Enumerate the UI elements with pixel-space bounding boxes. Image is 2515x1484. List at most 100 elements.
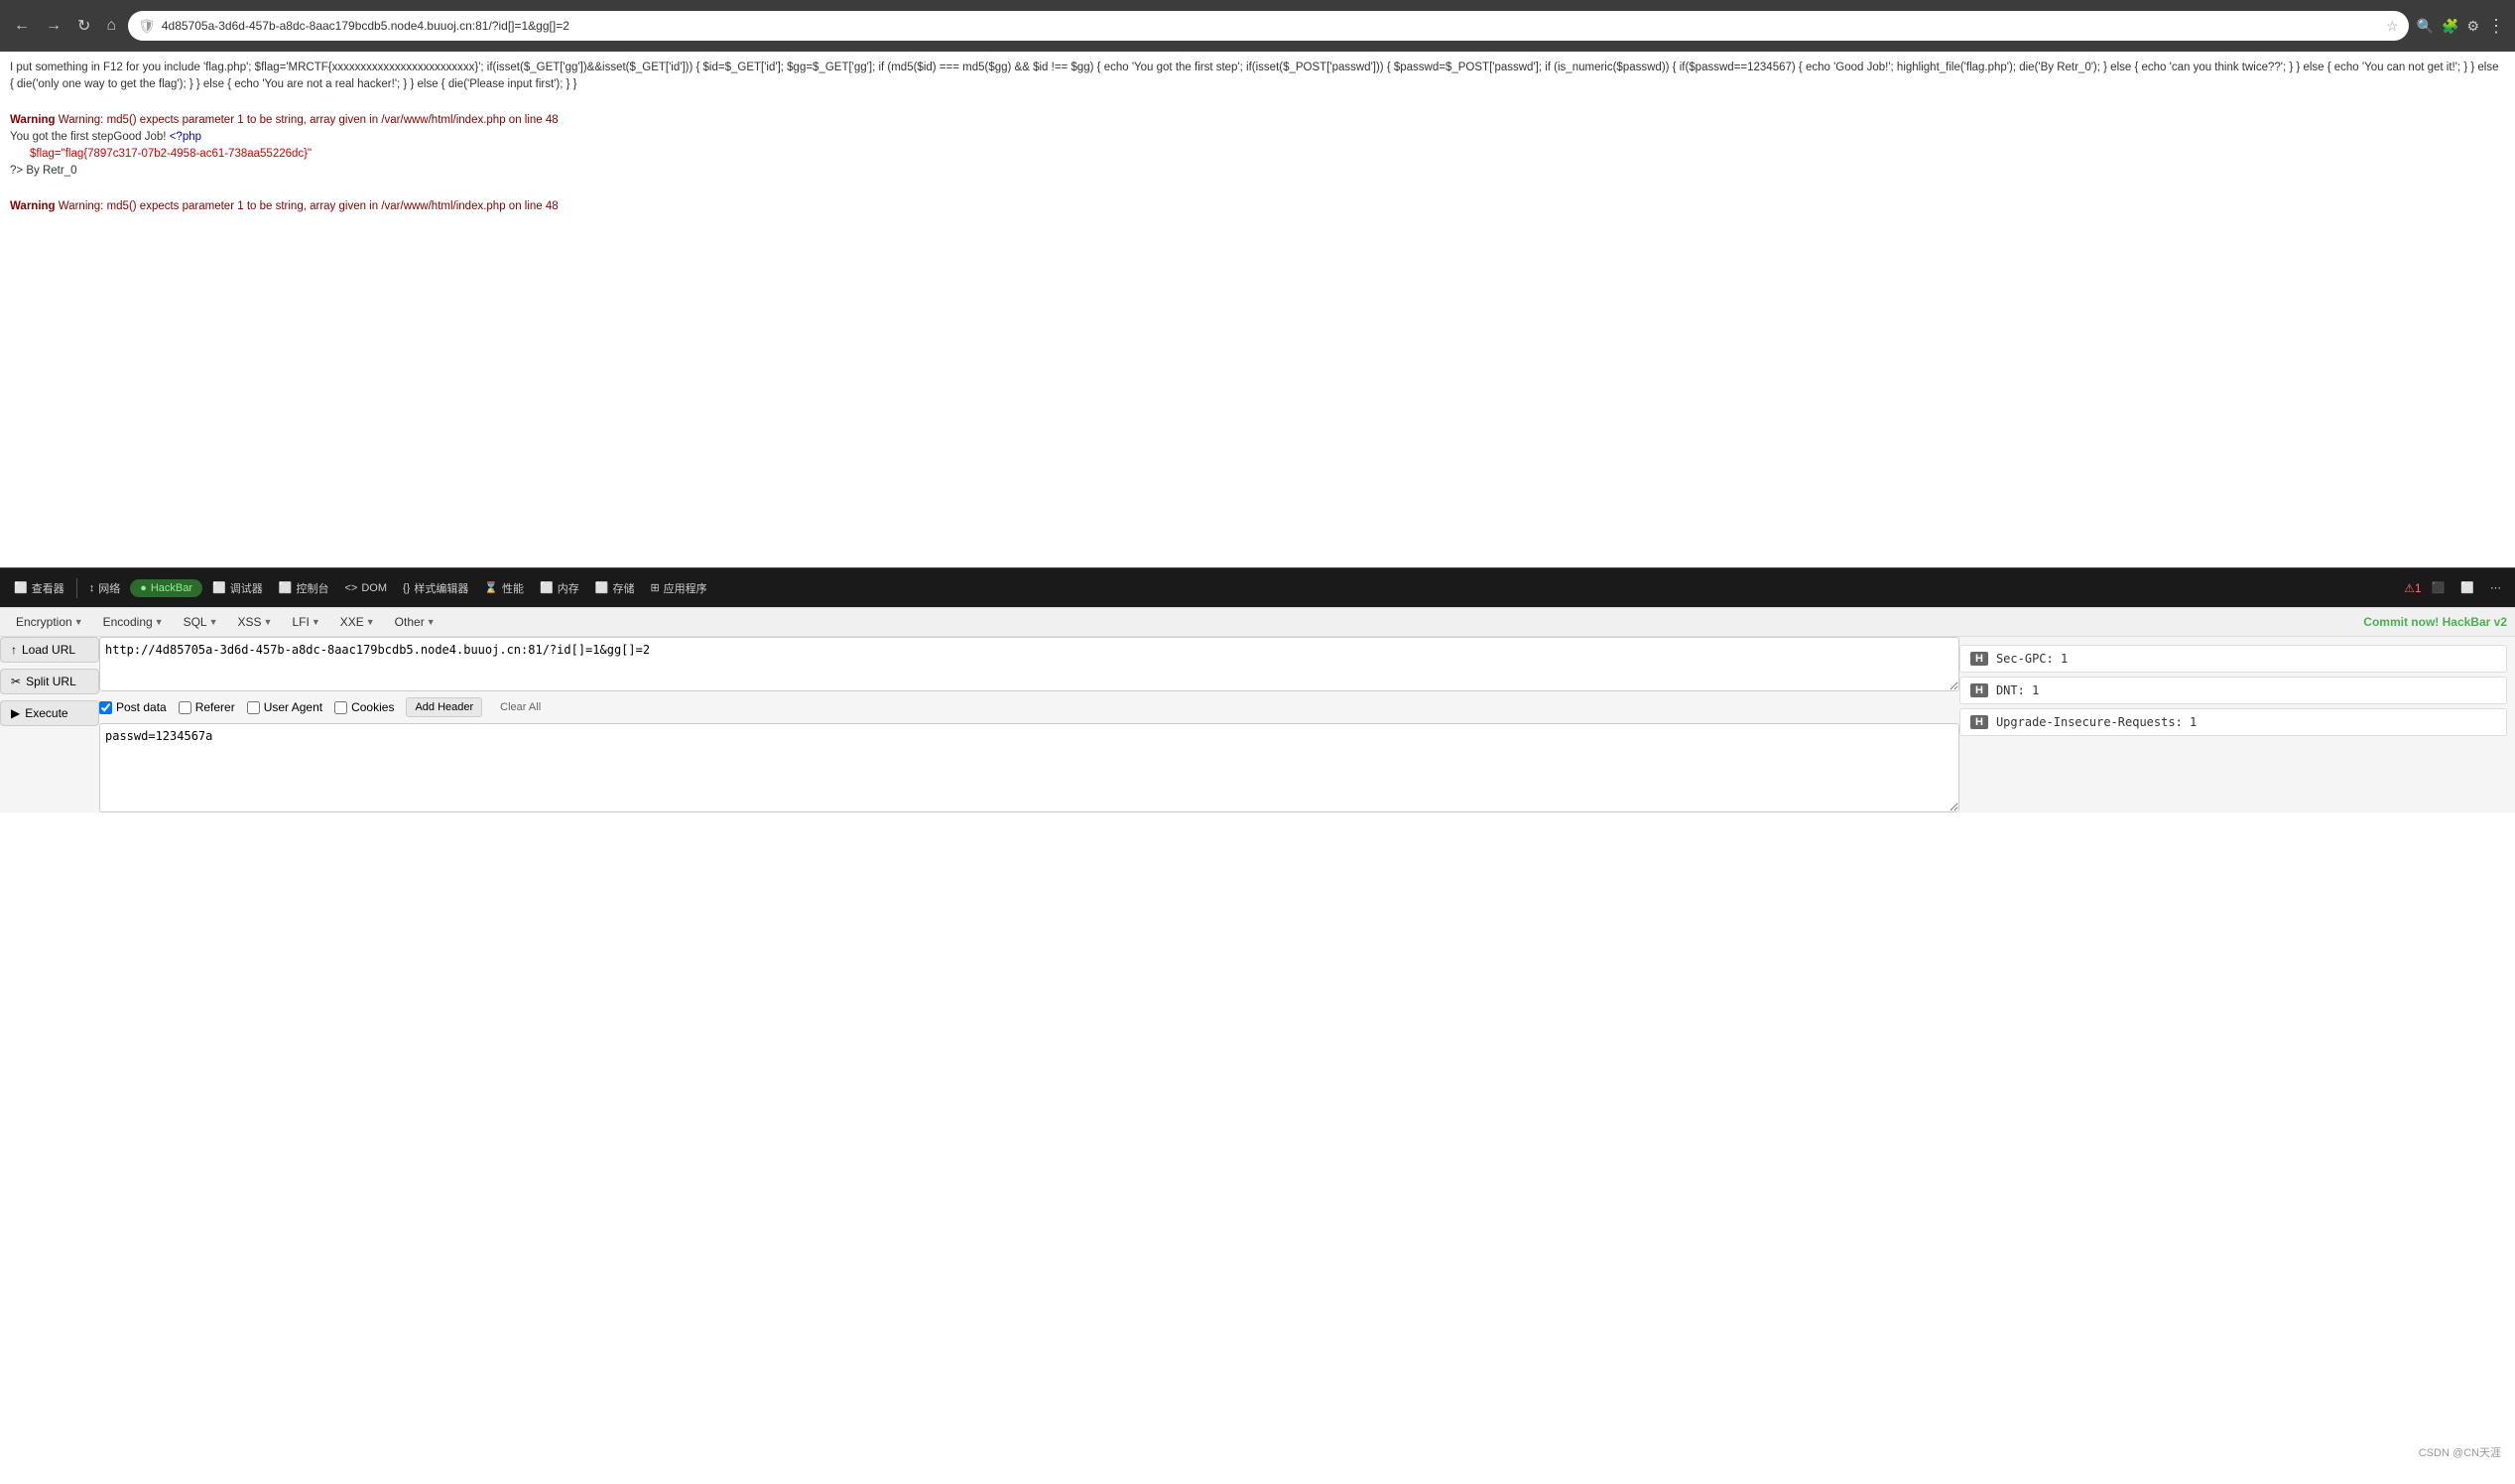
user-agent-checkbox[interactable]: [247, 701, 260, 714]
referer-checkbox-label[interactable]: Referer: [179, 700, 235, 714]
address-bar[interactable]: 🛡 4d85705a-3d6d-457b-a8dc-8aac179bcdb5.n…: [128, 11, 2408, 41]
devtools-memory-btn[interactable]: ⬜ 内存: [534, 576, 585, 600]
bookmark-icon: ☆: [2386, 18, 2399, 35]
home-button[interactable]: [102, 13, 120, 39]
post-data-label: Post data: [116, 700, 167, 714]
encryption-label: Encryption: [16, 615, 72, 629]
csdn-watermark: CSDN @CN天涯: [2415, 1442, 2505, 1462]
back-icon: [14, 17, 30, 34]
watermark-text: CSDN @CN天涯: [2419, 1447, 2501, 1459]
clear-all-button[interactable]: Clear All: [494, 698, 547, 716]
style-label: 样式编辑器: [414, 580, 468, 596]
commit-text: Commit now! HackBar v2: [2363, 615, 2507, 629]
menu-lfi[interactable]: LFI ▼: [284, 612, 327, 632]
devtools-dock-btn[interactable]: ⬛: [2426, 577, 2452, 598]
output-line-1: You got the first stepGood Job! <?php: [10, 129, 2505, 146]
devtools-hackbar-btn[interactable]: ● HackBar: [130, 579, 202, 597]
separator-1: [76, 578, 77, 598]
post-data-input[interactable]: passwd=1234567a: [99, 723, 1959, 812]
url-input[interactable]: http://4d85705a-3d6d-457b-a8dc-8aac179bc…: [99, 637, 1959, 691]
home-icon: [106, 17, 116, 34]
source-line: I put something in F12 for you include '…: [10, 60, 2505, 94]
split-url-icon: ✂: [11, 675, 21, 688]
cookies-checkbox[interactable]: [334, 701, 347, 714]
console-icon: ⬜: [279, 581, 293, 594]
style-icon: {}: [403, 582, 410, 594]
storage-label: 存储: [612, 580, 634, 596]
perf-icon: ⌛: [484, 581, 498, 594]
devtools-apps-btn[interactable]: ⊞ 应用程序: [644, 576, 712, 600]
header-row-2: H Upgrade-Insecure-Requests: 1: [1959, 708, 2507, 736]
referer-checkbox[interactable]: [179, 701, 191, 714]
xss-label: XSS: [238, 615, 262, 629]
menu-encoding[interactable]: Encoding ▼: [95, 612, 172, 632]
devtools-style-btn[interactable]: {} 样式编辑器: [397, 576, 474, 600]
load-url-label: Load URL: [22, 643, 75, 657]
devtools-storage-btn[interactable]: ⬜ 存储: [589, 576, 641, 600]
post-data-checkbox-label[interactable]: Post data: [99, 700, 167, 714]
warning-text-2: Warning: md5() expects parameter 1 to be…: [59, 200, 559, 212]
post-data-checkbox[interactable]: [99, 701, 112, 714]
header-badge-0: H: [1970, 652, 1988, 666]
refresh-icon: [77, 18, 90, 35]
devtools-perf-btn[interactable]: ⌛ 性能: [478, 576, 530, 600]
debugger-label: 调试器: [230, 580, 263, 596]
header-text-2: Upgrade-Insecure-Requests: 1: [1996, 715, 2197, 729]
header-badge-1: H: [1970, 683, 1988, 697]
devtools-float-btn[interactable]: ⬜: [2454, 577, 2480, 598]
cookies-checkbox-label[interactable]: Cookies: [334, 700, 394, 714]
browser-chrome: 🛡 4d85705a-3d6d-457b-a8dc-8aac179bcdb5.n…: [0, 0, 2515, 52]
devtools-close-btn[interactable]: ⋯: [2484, 577, 2507, 598]
forward-button[interactable]: [42, 13, 65, 39]
menu-other[interactable]: Other ▼: [387, 612, 443, 632]
referer-label: Referer: [195, 700, 235, 714]
menu-encryption[interactable]: Encryption ▼: [8, 612, 91, 632]
warning-line-1: Warning Warning: md5() expects parameter…: [10, 112, 2505, 129]
execute-button[interactable]: ▶ Execute: [0, 700, 99, 726]
flag-line: $flag="flag{7897c317-07b2-4958-ac61-738a…: [30, 146, 2505, 163]
devtools-console-btn[interactable]: ⬜ 控制台: [273, 576, 335, 600]
split-url-button[interactable]: ✂ Split URL: [0, 669, 99, 694]
xxe-label: XXE: [340, 615, 364, 629]
apps-label: 应用程序: [664, 580, 707, 596]
url-display: 4d85705a-3d6d-457b-a8dc-8aac179bcdb5.nod…: [162, 19, 2380, 33]
encryption-arrow: ▼: [74, 617, 83, 627]
console-label: 控制台: [296, 580, 328, 596]
devtools-toolbar: ⬜ 查看器 ↕ 网络 ● HackBar ⬜ 调试器 ⬜ 控制台 <> DOM …: [0, 567, 2515, 607]
encoding-arrow: ▼: [155, 617, 164, 627]
network-label: 网络: [98, 580, 120, 596]
user-agent-checkbox-label[interactable]: User Agent: [247, 700, 322, 714]
warning-label-2: Warning: [10, 200, 56, 212]
devtools-inspect-btn[interactable]: ⬜ 查看器: [8, 576, 70, 600]
menu-sql[interactable]: SQL ▼: [176, 612, 226, 632]
devtools-debugger-btn[interactable]: ⬜ 调试器: [206, 576, 269, 600]
hackbar-label: HackBar: [151, 582, 192, 594]
storage-icon: ⬜: [595, 581, 609, 594]
lfi-arrow: ▼: [312, 617, 320, 627]
error-badge: ⚠1: [2404, 581, 2421, 595]
lfi-label: LFI: [292, 615, 309, 629]
header-text-1: DNT: 1: [1996, 683, 2039, 697]
refresh-button[interactable]: [73, 12, 94, 40]
menu-xss[interactable]: XSS ▼: [230, 612, 281, 632]
checkbox-row: Post data Referer User Agent Cookies Add…: [99, 697, 1959, 717]
xss-arrow: ▼: [264, 617, 273, 627]
inspect-icon: ⬜: [14, 581, 28, 594]
by-line: By Retr_0: [26, 165, 76, 177]
warning-line-2: Warning Warning: md5() expects parameter…: [10, 198, 2505, 215]
network-icon: ↕: [89, 582, 95, 594]
other-arrow: ▼: [427, 617, 436, 627]
back-button[interactable]: [10, 13, 34, 39]
user-agent-label: User Agent: [264, 700, 322, 714]
devtools-dom-btn[interactable]: <> DOM: [338, 578, 393, 598]
load-url-button[interactable]: ↑ Load URL: [0, 637, 99, 663]
menu-xxe[interactable]: XXE ▼: [332, 612, 383, 632]
warning-text-1: Warning: md5() expects parameter 1 to be…: [59, 114, 559, 126]
php-close-tag: ?> By Retr_0: [10, 163, 2505, 180]
security-icon: 🛡: [138, 18, 156, 35]
hackbar-left-buttons: ↑ Load URL ✂ Split URL ▶ Execute: [0, 637, 99, 812]
add-header-button[interactable]: Add Header: [406, 697, 482, 717]
other-label: Other: [395, 615, 425, 629]
devtools-network-btn[interactable]: ↕ 网络: [83, 576, 127, 600]
menu-icon[interactable]: ⋮: [2487, 16, 2505, 37]
